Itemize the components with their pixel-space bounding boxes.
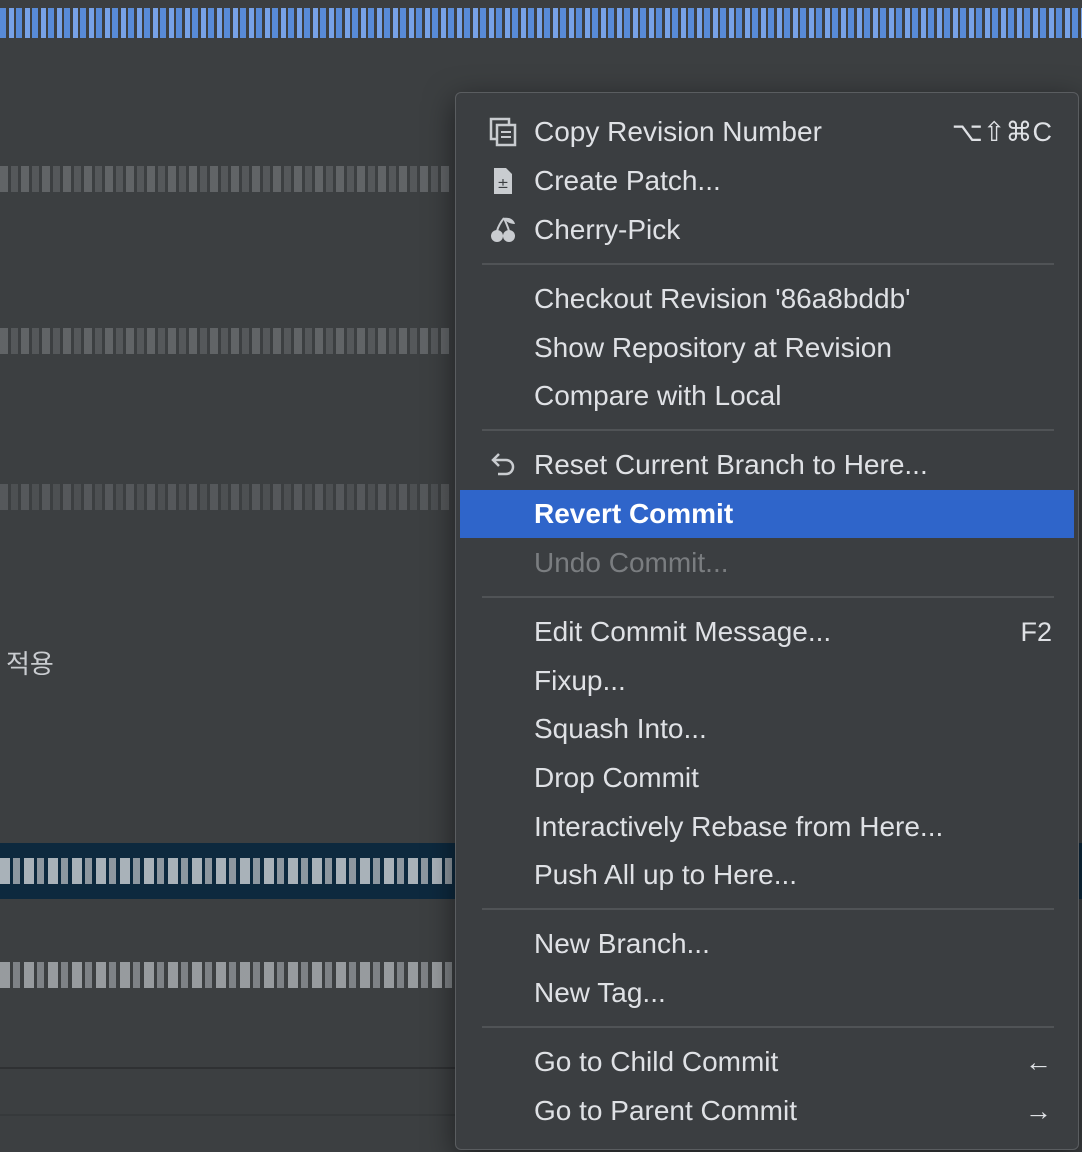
commit-message-fragment: 적용 (6, 649, 54, 679)
commit-message-obscured (0, 962, 455, 988)
menu-item-label: Squash Into... (534, 713, 707, 744)
menu-item-shortcut: ← (1025, 1046, 1052, 1077)
menu-item-shortcut: → (1025, 1095, 1052, 1126)
commit-row[interactable] (0, 484, 460, 512)
menu-item-compare-with-local[interactable]: Compare with Local (460, 372, 1074, 420)
menu-item-revert-commit[interactable]: Revert Commit (460, 490, 1074, 538)
menu-item-create-patch[interactable]: ± Create Patch... (460, 157, 1074, 205)
menu-item-new-tag[interactable]: New Tag... (460, 969, 1074, 1017)
commit-row[interactable] (0, 328, 460, 356)
commit-message-obscured (0, 484, 452, 510)
menu-item-undo-commit[interactable]: Undo Commit... (460, 539, 1074, 587)
menu-item-cherry-pick[interactable]: Cherry-Pick (460, 206, 1074, 254)
menu-item-label: Compare with Local (534, 380, 782, 411)
copy-icon (488, 117, 518, 147)
panel-divider (0, 1067, 460, 1069)
menu-item-label: Create Patch... (534, 165, 721, 196)
menu-item-fixup[interactable]: Fixup... (460, 657, 1074, 705)
commit-message-obscured (0, 858, 455, 884)
reset-icon (488, 450, 518, 480)
cherry-icon (488, 215, 518, 245)
menu-item-label: Cherry-Pick (534, 214, 681, 245)
menu-item-reset-current-branch[interactable]: Reset Current Branch to Here... (460, 441, 1074, 489)
menu-item-label: Go to Parent Commit (534, 1095, 797, 1126)
panel-divider (0, 1114, 460, 1116)
menu-item-label: Show Repository at Revision (534, 332, 892, 363)
commit-link-text[interactable] (0, 8, 1082, 38)
menu-item-label: Fixup... (534, 665, 626, 696)
commit-context-menu: Copy Revision Number ⌥⇧⌘C ± Create Patch… (455, 92, 1079, 1150)
menu-separator (482, 1026, 1054, 1028)
menu-item-label: Interactively Rebase from Here... (534, 811, 944, 842)
menu-item-interactively-rebase[interactable]: Interactively Rebase from Here... (460, 803, 1074, 851)
menu-item-checkout-revision[interactable]: Checkout Revision '86a8bddb' (460, 275, 1074, 323)
menu-item-go-to-parent-commit[interactable]: Go to Parent Commit → (460, 1087, 1074, 1135)
commit-message-obscured (0, 328, 452, 354)
menu-item-push-all-up-to-here[interactable]: Push All up to Here... (460, 851, 1074, 899)
menu-item-label: Checkout Revision '86a8bddb' (534, 283, 911, 314)
menu-separator (482, 908, 1054, 910)
menu-item-label: Copy Revision Number (534, 116, 822, 147)
commit-row[interactable] (0, 166, 460, 194)
menu-separator (482, 596, 1054, 598)
menu-item-label: New Branch... (534, 928, 710, 959)
menu-item-label: Undo Commit... (534, 547, 729, 578)
menu-item-show-repository[interactable]: Show Repository at Revision (460, 324, 1074, 372)
patch-icon: ± (488, 166, 518, 196)
menu-item-label: Push All up to Here... (534, 859, 798, 890)
menu-separator (482, 429, 1054, 431)
commit-message-obscured (0, 166, 452, 192)
menu-item-label: Go to Child Commit (534, 1046, 779, 1077)
menu-item-drop-commit[interactable]: Drop Commit (460, 754, 1074, 802)
menu-item-edit-commit-message[interactable]: Edit Commit Message... F2 (460, 608, 1074, 656)
menu-item-label: New Tag... (534, 977, 666, 1008)
menu-item-label: Edit Commit Message... (534, 616, 832, 647)
menu-item-label: Revert Commit (534, 498, 734, 529)
menu-item-go-to-child-commit[interactable]: Go to Child Commit ← (460, 1038, 1074, 1086)
menu-item-shortcut: ⌥⇧⌘C (951, 116, 1052, 147)
menu-item-new-branch[interactable]: New Branch... (460, 920, 1074, 968)
menu-item-shortcut: F2 (1020, 616, 1052, 647)
menu-separator (482, 263, 1054, 265)
menu-item-label: Drop Commit (534, 762, 699, 793)
commit-row[interactable] (0, 962, 460, 990)
menu-item-squash-into[interactable]: Squash Into... (460, 705, 1074, 753)
menu-item-label: Reset Current Branch to Here... (534, 449, 928, 480)
menu-item-copy-revision-number[interactable]: Copy Revision Number ⌥⇧⌘C (460, 108, 1074, 156)
svg-text:±: ± (497, 176, 509, 192)
